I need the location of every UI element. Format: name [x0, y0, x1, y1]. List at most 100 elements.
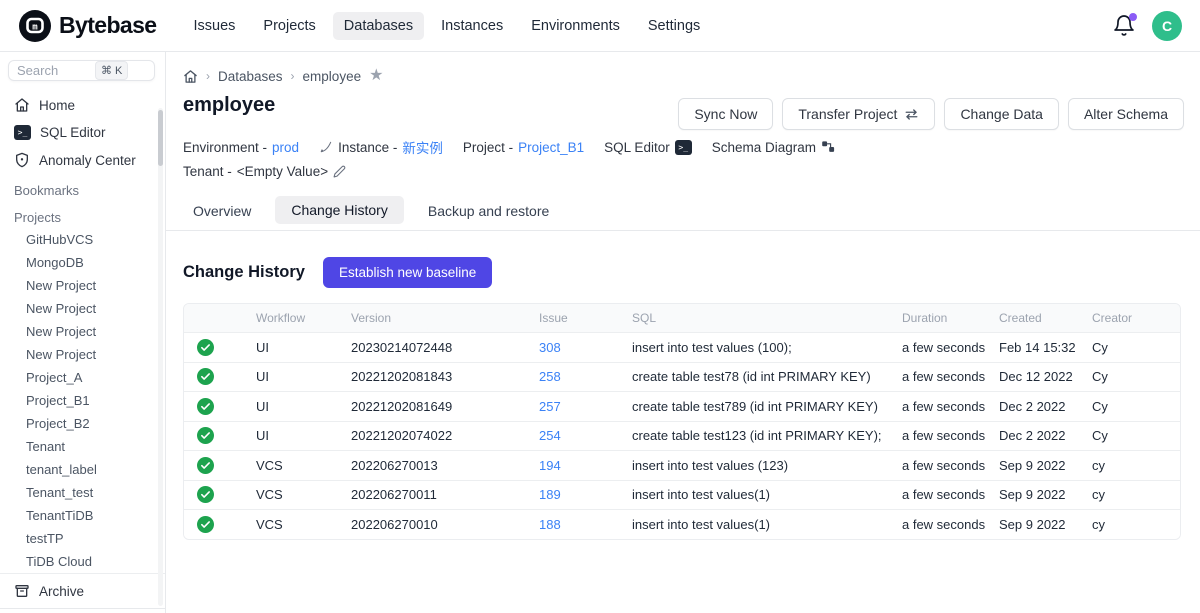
- issue-link-cell[interactable]: 308: [539, 340, 632, 355]
- duration-cell: a few seconds: [902, 458, 999, 473]
- bytebase-logo-icon: m: [18, 9, 52, 43]
- sidebar-project-item[interactable]: Project_A: [0, 366, 165, 389]
- search-box[interactable]: ⌘ K: [8, 60, 155, 81]
- archive-label: Archive: [39, 584, 84, 599]
- sidebar-item-archive[interactable]: Archive: [0, 573, 165, 608]
- sidebar-project-item[interactable]: Project_B1: [0, 389, 165, 412]
- schema-diagram-icon: [821, 140, 836, 154]
- nav-item-projects[interactable]: Projects: [252, 12, 326, 40]
- chevron-right-icon: ›: [291, 69, 295, 83]
- bytebase-logo[interactable]: m Bytebase: [18, 9, 156, 43]
- sidebar-item-home[interactable]: Home: [0, 91, 165, 119]
- change-history-table: Workflow Version Issue SQL Duration Crea…: [183, 303, 1181, 540]
- sidebar-project-item[interactable]: testTP: [0, 527, 165, 550]
- issue-link-cell[interactable]: 189: [539, 487, 632, 502]
- nav-item-issues[interactable]: Issues: [182, 12, 246, 40]
- change-history-section-header: Change History Establish new baseline: [166, 231, 1200, 288]
- issue-link-cell[interactable]: 258: [539, 369, 632, 384]
- edit-pencil-icon[interactable]: [333, 165, 346, 178]
- table-row[interactable]: UI20230214072448308insert into test valu…: [184, 332, 1180, 362]
- transfer-project-button[interactable]: Transfer Project: [782, 98, 935, 130]
- issue-link-cell[interactable]: 194: [539, 458, 632, 473]
- version-cell: 202206270010: [351, 517, 539, 532]
- tab-change-history[interactable]: Change History: [275, 196, 404, 224]
- issue-link[interactable]: 258: [539, 369, 561, 384]
- issue-link[interactable]: 308: [539, 340, 561, 355]
- status-done-icon: [197, 368, 214, 385]
- sync-now-button[interactable]: Sync Now: [678, 98, 773, 130]
- sidebar-item-label: Anomaly Center: [39, 153, 136, 168]
- sidebar-project-item[interactable]: New Project: [0, 320, 165, 343]
- home-icon: [14, 97, 30, 113]
- issue-link[interactable]: 194: [539, 458, 561, 473]
- sidebar-project-item[interactable]: New Project: [0, 274, 165, 297]
- nav-item-databases[interactable]: Databases: [333, 12, 424, 40]
- sidebar-item-anomaly-center[interactable]: Anomaly Center: [0, 146, 165, 174]
- sidebar-project-item[interactable]: MongoDB: [0, 251, 165, 274]
- nav-item-settings[interactable]: Settings: [637, 12, 711, 40]
- issue-link-cell[interactable]: 254: [539, 428, 632, 443]
- sidebar-item-label: Home: [39, 98, 75, 113]
- search-input[interactable]: [17, 63, 95, 78]
- main-nav: Issues Projects Databases Instances Envi…: [182, 12, 711, 40]
- issue-link[interactable]: 257: [539, 399, 561, 414]
- establish-new-baseline-button[interactable]: Establish new baseline: [323, 257, 492, 288]
- col-duration: Duration: [902, 311, 999, 325]
- sidebar-project-item[interactable]: TiDB Cloud: [0, 550, 165, 573]
- sql-cell: create table test123 (id int PRIMARY KEY…: [632, 428, 902, 443]
- sql-cell: insert into test values (123): [632, 458, 902, 473]
- brand-wordmark: Bytebase: [59, 12, 156, 39]
- issue-link-cell[interactable]: 257: [539, 399, 632, 414]
- instance-link[interactable]: 新实例: [402, 137, 443, 157]
- sidebar-item-sql-editor[interactable]: >_ SQL Editor: [0, 119, 165, 146]
- table-row[interactable]: UI20221202074022254create table test123 …: [184, 421, 1180, 451]
- bookmarks-section-label: Bookmarks: [0, 174, 165, 201]
- issue-link[interactable]: 188: [539, 517, 561, 532]
- issue-link[interactable]: 254: [539, 428, 561, 443]
- sidebar-scrollbar-thumb[interactable]: [158, 110, 163, 166]
- project-link[interactable]: Project_B1: [518, 140, 584, 155]
- alter-schema-button[interactable]: Alter Schema: [1068, 98, 1184, 130]
- tab-backup-and-restore[interactable]: Backup and restore: [418, 197, 559, 229]
- sidebar-project-item[interactable]: Tenant_test: [0, 481, 165, 504]
- bookmark-star-icon[interactable]: ★: [369, 68, 383, 84]
- created-cell: Dec 12 2022: [999, 369, 1092, 384]
- change-data-button[interactable]: Change Data: [944, 98, 1059, 130]
- version-cell: 20221202081843: [351, 369, 539, 384]
- environment-link[interactable]: prod: [272, 140, 299, 155]
- sidebar-project-item[interactable]: tenant_label: [0, 458, 165, 481]
- database-header: employee Sync Now Transfer Project Chang…: [166, 84, 1200, 130]
- status-done-icon: [197, 486, 214, 503]
- terminal-icon: >_: [675, 140, 692, 155]
- breadcrumb-databases[interactable]: Databases: [218, 69, 283, 84]
- nav-item-environments[interactable]: Environments: [520, 12, 631, 40]
- sql-editor-shortcut[interactable]: SQL Editor >_: [604, 140, 692, 155]
- table-row[interactable]: VCS202206270011189insert into test value…: [184, 480, 1180, 510]
- col-version: Version: [351, 311, 539, 325]
- table-row[interactable]: UI20221202081843258create table test78 (…: [184, 362, 1180, 392]
- table-row[interactable]: VCS202206270010188insert into test value…: [184, 509, 1180, 539]
- duration-cell: a few seconds: [902, 428, 999, 443]
- schema-diagram-shortcut[interactable]: Schema Diagram: [712, 140, 836, 155]
- breadcrumb-employee[interactable]: employee: [303, 69, 362, 84]
- tab-overview[interactable]: Overview: [183, 197, 261, 229]
- sidebar-project-item[interactable]: New Project: [0, 343, 165, 366]
- version-cell: 20221202074022: [351, 428, 539, 443]
- breadcrumb-home-icon[interactable]: [183, 69, 198, 84]
- sidebar-project-item[interactable]: New Project: [0, 297, 165, 320]
- issue-link-cell[interactable]: 188: [539, 517, 632, 532]
- user-avatar[interactable]: C: [1152, 11, 1182, 41]
- sidebar-project-item[interactable]: GitHubVCS: [0, 228, 165, 251]
- issue-link[interactable]: 189: [539, 487, 561, 502]
- transfer-arrows-icon: [904, 108, 919, 121]
- table-row[interactable]: VCS202206270013194insert into test value…: [184, 450, 1180, 480]
- sidebar-project-item[interactable]: Project_B2: [0, 412, 165, 435]
- duration-cell: a few seconds: [902, 399, 999, 414]
- nav-item-instances[interactable]: Instances: [430, 12, 514, 40]
- table-row[interactable]: UI20221202081649257create table test789 …: [184, 391, 1180, 421]
- sidebar-project-item[interactable]: TenantTiDB: [0, 504, 165, 527]
- status-done-icon: [197, 339, 214, 356]
- creator-cell: cy: [1092, 458, 1180, 473]
- sidebar-project-item[interactable]: Tenant: [0, 435, 165, 458]
- notification-bell-icon[interactable]: [1112, 14, 1136, 38]
